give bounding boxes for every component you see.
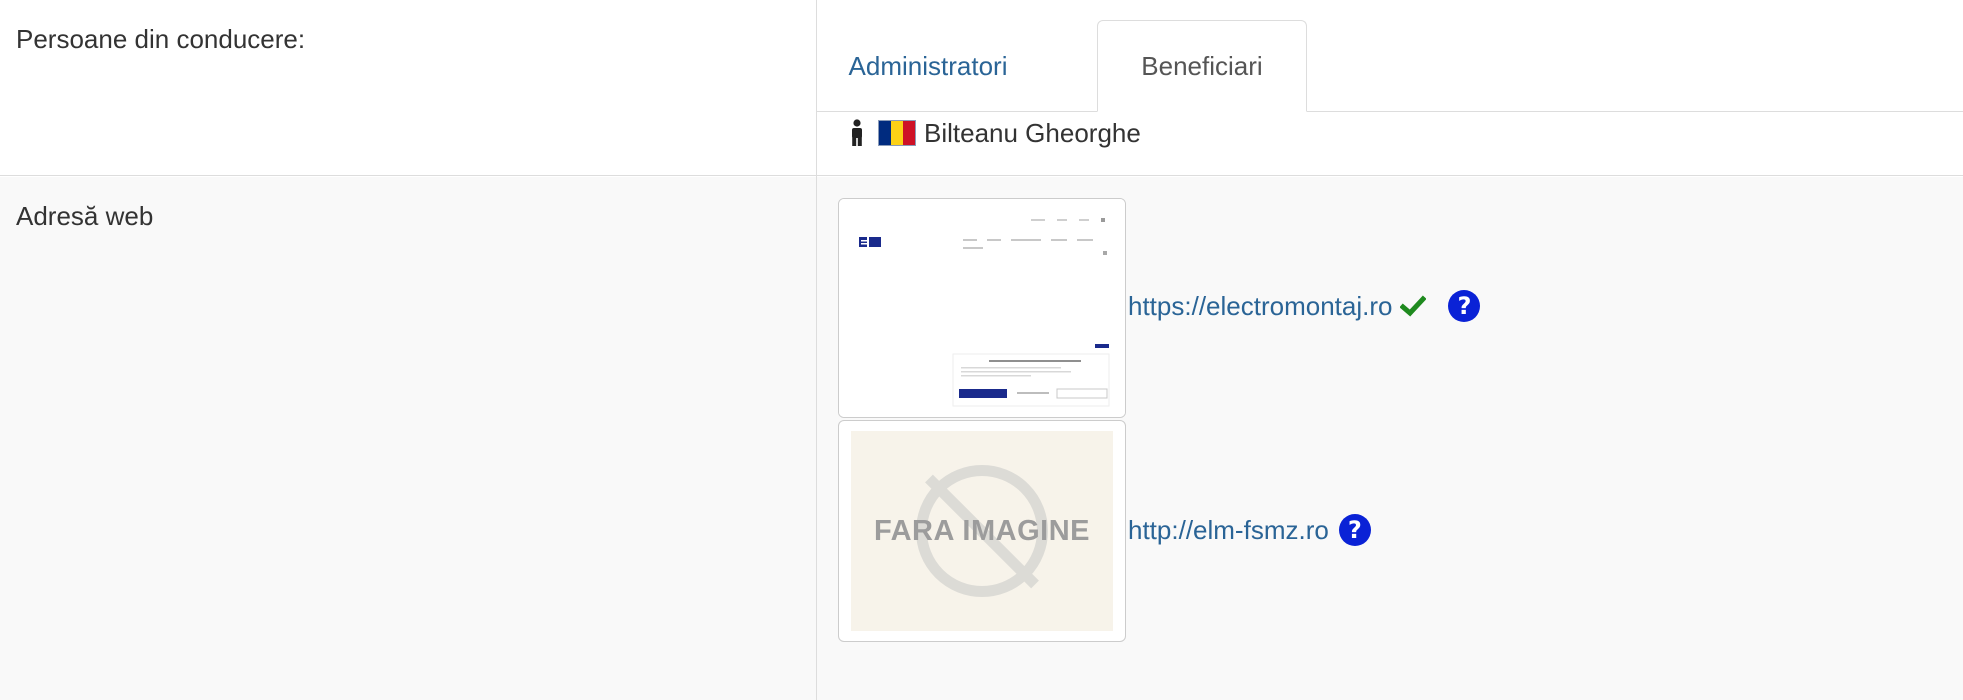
question-circle-icon[interactable]: ?	[1338, 514, 1371, 546]
tab-administratori[interactable]: Administratori	[844, 20, 1012, 112]
romania-flag-icon	[878, 120, 916, 146]
beneficiary-entry: Bilteanu Gheorghe	[848, 114, 1141, 152]
check-icon	[1400, 295, 1427, 317]
no-image-placeholder: FARA IMAGINE	[851, 431, 1113, 631]
person-icon	[852, 119, 862, 146]
no-image-thumbnail[interactable]: FARA IMAGINE	[838, 420, 1126, 642]
website-link-elm-fsmz[interactable]: http://elm-fsmz.ro	[1128, 515, 1329, 546]
question-circle-icon[interactable]: ?	[1448, 290, 1481, 322]
beneficiary-name: Bilteanu Gheorghe	[924, 117, 1141, 148]
website-link-electromontaj[interactable]: https://electromontaj.ro	[1128, 291, 1392, 322]
management-label: Persoane din conducere:	[16, 24, 306, 54]
tab-beneficiari[interactable]: Beneficiari	[1097, 20, 1307, 112]
web-entry-1: https://electromontaj.ro ?	[1128, 288, 1481, 324]
site-preview-image	[839, 199, 1125, 417]
management-tabs: Administratori Beneficiari	[816, 0, 1963, 112]
web-entry-2: http://elm-fsmz.ro ?	[1128, 512, 1371, 548]
site-preview-thumbnail[interactable]	[838, 198, 1126, 418]
no-image-text: FARA IMAGINE	[874, 514, 1090, 547]
web-address-label: Adresă web	[16, 201, 154, 231]
